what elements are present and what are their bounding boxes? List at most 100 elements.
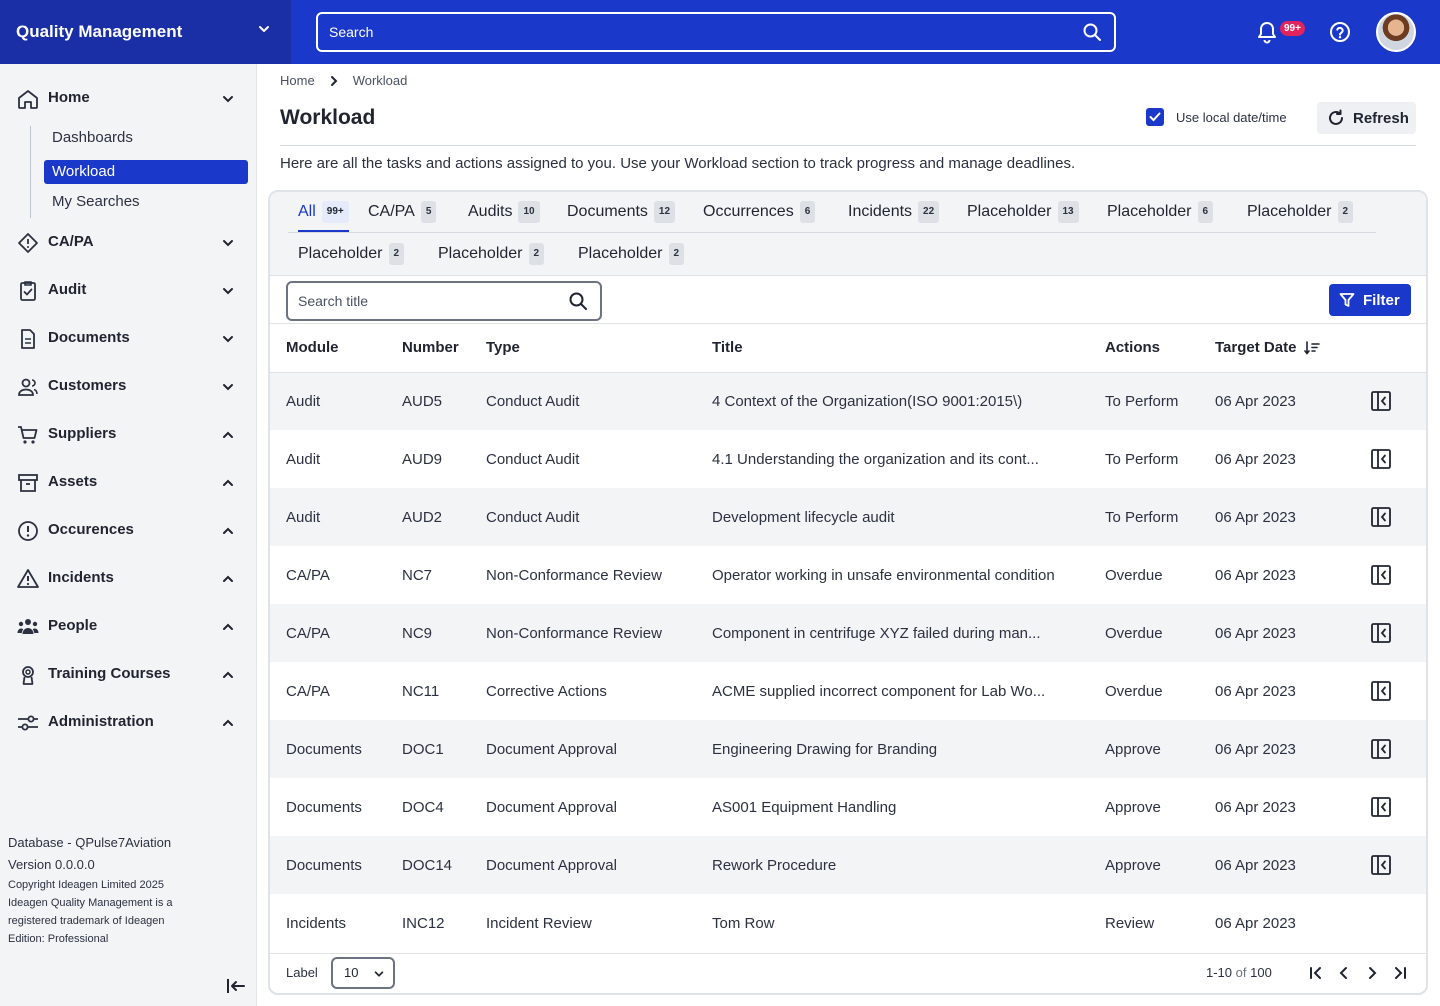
open-side-panel-icon[interactable] xyxy=(1370,680,1392,702)
tab-placeholder[interactable]: Placeholder 2 xyxy=(578,242,685,266)
help-icon[interactable] xyxy=(1329,21,1351,43)
tab-audits[interactable]: Audits 10 xyxy=(468,200,540,224)
cell-module: Audit xyxy=(286,450,321,468)
filter-button[interactable]: Filter xyxy=(1329,284,1411,316)
column-header-target-date[interactable]: Target Date xyxy=(1215,324,1370,373)
table-row[interactable]: CA/PA NC11 Corrective Actions ACME supplied… xyxy=(270,662,1426,720)
cell-target-date: 06 Apr 2023 xyxy=(1215,836,1370,894)
table-row[interactable]: CA/PA NC7 Non-Conformance Review Operator w… xyxy=(270,546,1426,604)
tab-placeholder[interactable]: Placeholder 2 xyxy=(438,242,545,266)
cell-module: Documents xyxy=(270,720,402,778)
sidebar-item-suppliers[interactable]: Suppliers xyxy=(0,415,257,455)
tab-label: Incidents xyxy=(848,203,913,220)
cell-action: To Perform xyxy=(1105,372,1215,430)
sidebar-item-home[interactable]: Home xyxy=(0,79,257,119)
search-icon[interactable] xyxy=(1082,22,1102,42)
cell-number: INC12 xyxy=(402,914,445,932)
cell-target-date: 06 Apr 2023 xyxy=(1215,682,1296,700)
sidebar-item-occurences[interactable]: Occurences xyxy=(0,511,257,551)
column-header-type[interactable]: Type xyxy=(486,324,712,373)
cell-action: Approve xyxy=(1105,798,1161,816)
column-header-actions[interactable]: Actions xyxy=(1105,324,1215,373)
user-avatar[interactable] xyxy=(1376,12,1416,52)
global-search-input[interactable]: Search xyxy=(316,12,1116,52)
open-side-panel-icon[interactable] xyxy=(1370,448,1392,470)
notification-bell-icon[interactable] xyxy=(1256,20,1278,44)
table-row[interactable]: Audit AUD2 Conduct Audit Development lifecy… xyxy=(270,488,1426,546)
table-row[interactable]: Audit AUD5 Conduct Audit 4 Context of the O… xyxy=(270,372,1426,430)
open-side-panel-icon[interactable] xyxy=(1370,506,1392,528)
table-row[interactable]: Audit AUD9 Conduct Audit 4.1 Understanding … xyxy=(270,430,1426,488)
sidebar-item-label: Occurences xyxy=(48,521,134,538)
open-side-panel-icon[interactable] xyxy=(1370,390,1392,412)
breadcrumb: Home Workload xyxy=(280,73,407,88)
sidebar-subitem-dashboards[interactable]: Dashboards xyxy=(44,126,248,150)
column-header-module[interactable]: Module xyxy=(270,324,402,373)
sidebar-item-label: CA/PA xyxy=(48,233,94,250)
sidebar-item-capa[interactable]: CA/PA xyxy=(0,223,257,263)
sidebar-item-incidents[interactable]: Incidents xyxy=(0,559,257,599)
sidebar-item-assets[interactable]: Assets xyxy=(0,463,257,503)
refresh-button[interactable]: Refresh xyxy=(1317,102,1416,134)
checkbox-checked[interactable] xyxy=(1146,108,1164,126)
workload-panel: All 99+ CA/PA 5 Audits 10 Documents 12 Occur… xyxy=(268,190,1428,995)
tab-placeholder[interactable]: Placeholder 6 xyxy=(1107,200,1214,224)
table-row[interactable]: Documents DOC14 Document Approval Rework Pr… xyxy=(270,836,1426,894)
sidebar-subitem-my-searches[interactable]: My Searches xyxy=(44,190,248,214)
chevron-right-icon xyxy=(330,75,338,86)
cart-icon xyxy=(18,426,38,444)
cell-action: Overdue xyxy=(1105,682,1163,700)
table-row[interactable]: Incidents INC12 Incident Review Tom Row Revi… xyxy=(270,894,1426,952)
sort-ascending-icon[interactable] xyxy=(1304,341,1321,356)
table-row[interactable]: Documents DOC4 Document Approval AS001 Equi… xyxy=(270,778,1426,836)
home-icon xyxy=(18,90,38,109)
cell-action: Review xyxy=(1105,914,1155,932)
tab-all[interactable]: All 99+ xyxy=(298,200,349,232)
previous-page-icon[interactable] xyxy=(1337,966,1351,980)
use-local-datetime-toggle[interactable]: Use local date/time xyxy=(1146,108,1287,126)
tab-placeholder[interactable]: Placeholder 2 xyxy=(1247,200,1354,224)
next-page-icon[interactable] xyxy=(1365,966,1379,980)
title-search-input[interactable]: Search title xyxy=(286,281,602,321)
page-size-value: 10 xyxy=(344,965,359,980)
sidebar-item-customers[interactable]: Customers xyxy=(0,367,257,407)
open-side-panel-icon[interactable] xyxy=(1370,564,1392,586)
open-side-panel-icon[interactable] xyxy=(1370,738,1392,760)
open-side-panel-icon[interactable] xyxy=(1370,622,1392,644)
sidebar-item-training-courses[interactable]: Training Courses xyxy=(0,655,257,695)
page-size-select[interactable]: 10 xyxy=(331,957,395,989)
pagination-range: 1-10 of 100 xyxy=(1206,965,1272,980)
cell-type: Non-Conformance Review xyxy=(486,566,662,584)
tab-capa[interactable]: CA/PA 5 xyxy=(368,200,437,224)
table-row[interactable]: Documents DOC1 Document Approval Engineerin… xyxy=(270,720,1426,778)
tab-placeholder[interactable]: Placeholder 2 xyxy=(298,242,405,266)
sidebar-item-people[interactable]: People xyxy=(0,607,257,647)
cell-action: Approve xyxy=(1105,836,1215,894)
column-header-title[interactable]: Title xyxy=(712,324,1105,373)
cell-action: To Perform xyxy=(1105,450,1179,468)
sidebar-item-documents[interactable]: Documents xyxy=(0,319,257,359)
global-search-placeholder: Search xyxy=(329,24,374,40)
tab-incidents[interactable]: Incidents 22 xyxy=(848,200,940,224)
open-side-panel-icon[interactable] xyxy=(1370,796,1392,818)
collapse-sidebar-icon[interactable] xyxy=(226,977,246,995)
tab-occurrences[interactable]: Occurrences 6 xyxy=(703,200,816,224)
sidebar-item-administration[interactable]: Administration xyxy=(0,703,257,743)
open-side-panel-icon[interactable] xyxy=(1370,854,1392,876)
chevron-down-icon xyxy=(223,96,233,103)
first-page-icon[interactable] xyxy=(1309,966,1323,980)
trademark-text: Ideagen Quality Management is a xyxy=(8,897,173,909)
search-icon[interactable] xyxy=(568,291,588,311)
tab-label: Placeholder xyxy=(298,245,383,262)
tab-placeholder[interactable]: Placeholder 13 xyxy=(967,200,1079,224)
sidebar-subitem-workload[interactable]: Workload xyxy=(44,160,248,184)
tab-documents[interactable]: Documents 12 xyxy=(567,200,676,224)
table-row[interactable]: CA/PA NC9 Non-Conformance Review Component … xyxy=(270,604,1426,662)
app-switcher[interactable]: Quality Management xyxy=(0,0,291,64)
cell-open xyxy=(1370,488,1426,546)
tab-count-badge: 5 xyxy=(420,201,437,223)
breadcrumb-home[interactable]: Home xyxy=(280,73,315,88)
sidebar-item-audit[interactable]: Audit xyxy=(0,271,257,311)
last-page-icon[interactable] xyxy=(1393,966,1407,980)
column-header-number[interactable]: Number xyxy=(402,324,486,373)
